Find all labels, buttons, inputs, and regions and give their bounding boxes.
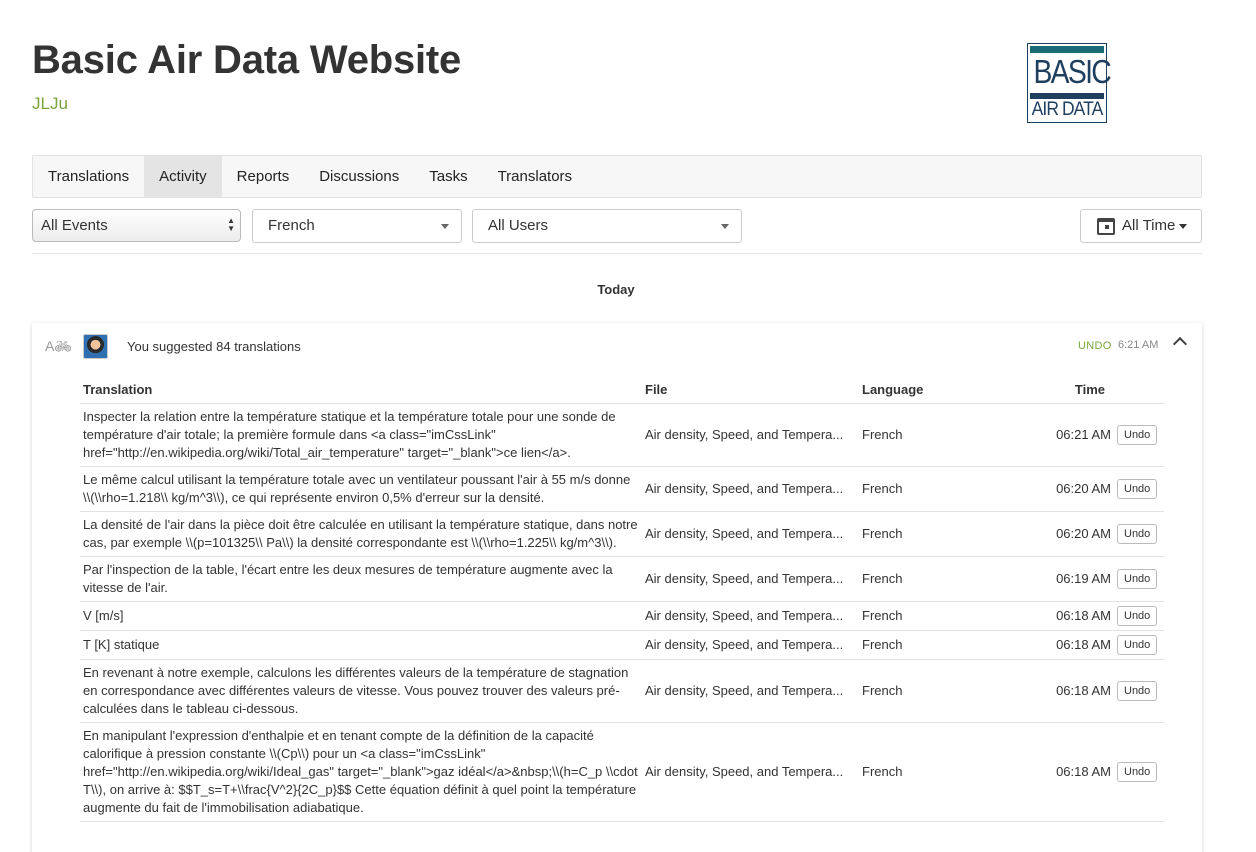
column-header-file: File — [642, 377, 859, 404]
language-name: French — [859, 659, 998, 723]
translation-text[interactable]: Par l'inspection de la table, l'écart en… — [80, 556, 642, 602]
row-time: 06:20 AM — [998, 466, 1114, 512]
table-row: Inspecter la relation entre la températu… — [80, 403, 1164, 467]
table-row: Par l'inspection de la table, l'écart en… — [80, 556, 1164, 602]
language-filter-value: French — [268, 217, 315, 234]
translation-text[interactable]: La densité de l'air dans la pièce doit ê… — [80, 511, 642, 557]
row-action-cell: Undo — [1114, 601, 1164, 631]
logo-top-bar — [1030, 46, 1104, 53]
tab-tasks[interactable]: Tasks — [414, 156, 482, 197]
row-action-cell: Undo — [1114, 722, 1164, 822]
user-filter-value: All Users — [488, 217, 549, 234]
table-header-row: Translation File Language Time — [80, 377, 1164, 404]
translation-text[interactable]: En revenant à notre exemple, calculons l… — [80, 659, 642, 723]
table-row: La densité de l'air dans la pièce doit ê… — [80, 511, 1164, 557]
row-time: 06:21 AM — [998, 403, 1114, 467]
undo-button[interactable]: Undo — [1117, 523, 1158, 544]
activity-card: A⁠🚲︎ You suggested 84 translations UNDO … — [32, 323, 1202, 852]
row-time: 06:18 AM — [998, 722, 1114, 822]
language-name: French — [859, 466, 998, 512]
tab-reports[interactable]: Reports — [222, 156, 305, 197]
undo-button[interactable]: Undo — [1117, 761, 1158, 782]
user-avatar — [83, 334, 108, 359]
user-filter-dropdown[interactable]: All Users — [472, 209, 742, 243]
column-header-translation: Translation — [80, 377, 642, 404]
translate-icon: A⁠🚲︎ — [45, 338, 73, 354]
file-name: Air density, Speed, and Tempera... — [642, 556, 859, 602]
table-row: V [m/s] Air density, Speed, and Tempera..… — [80, 601, 1164, 631]
table-row: En revenant à notre exemple, calculons l… — [80, 659, 1164, 723]
language-filter-dropdown[interactable]: French — [252, 209, 462, 243]
file-name: Air density, Speed, and Tempera... — [642, 722, 859, 822]
row-time: 06:20 AM — [998, 511, 1114, 557]
row-action-cell: Undo — [1114, 403, 1164, 467]
table-row: T [K] statique Air density, Speed, and Te… — [80, 630, 1164, 660]
translation-text[interactable]: Le même calcul utilisant la température … — [80, 466, 642, 512]
day-heading: Today — [597, 282, 635, 297]
file-name: Air density, Speed, and Tempera... — [642, 601, 859, 631]
row-time: 06:18 AM — [998, 659, 1114, 723]
calendar-icon — [1097, 218, 1115, 235]
language-name: French — [859, 403, 998, 467]
undo-button[interactable]: Undo — [1117, 634, 1158, 655]
logo-word: BASIC — [1033, 53, 1111, 90]
activity-summary: You suggested 84 translations — [127, 339, 301, 354]
translation-text[interactable]: Inspecter la relation entre la températu… — [80, 403, 642, 467]
translations-table: Translation File Language Time Inspecter… — [80, 377, 1164, 822]
translation-text[interactable]: V [m/s] — [80, 601, 642, 631]
language-name: French — [859, 601, 998, 631]
file-name: Air density, Speed, and Tempera... — [642, 630, 859, 660]
language-name: French — [859, 511, 998, 557]
caret-down-icon — [1179, 224, 1187, 229]
row-action-cell: Undo — [1114, 659, 1164, 723]
file-name: Air density, Speed, and Tempera... — [642, 403, 859, 467]
project-owner-link[interactable]: JLJu — [32, 94, 68, 114]
logo-subword: AIR DATA — [1031, 99, 1104, 120]
file-name: Air density, Speed, and Tempera... — [642, 659, 859, 723]
tab-translations[interactable]: Translations — [33, 156, 144, 197]
undo-all-link[interactable]: UNDO — [1078, 340, 1112, 352]
translation-text[interactable]: T [K] statique — [80, 630, 642, 660]
tab-discussions[interactable]: Discussions — [304, 156, 414, 197]
caret-down-icon — [441, 224, 449, 229]
undo-button[interactable]: Undo — [1117, 424, 1158, 445]
row-time: 06:19 AM — [998, 556, 1114, 602]
event-filter-select[interactable]: All Events ▲ ▼ — [32, 209, 241, 242]
file-name: Air density, Speed, and Tempera... — [642, 511, 859, 557]
table-body: Inspecter la relation entre la températu… — [80, 403, 1164, 822]
activity-time: 6:21 AM — [1118, 339, 1159, 351]
time-range-button[interactable]: All Time — [1080, 209, 1202, 243]
select-arrows-icon: ▲ ▼ — [227, 216, 235, 233]
table-row: Le même calcul utilisant la température … — [80, 466, 1164, 512]
project-logo: BASIC AIR DATA — [1027, 43, 1112, 123]
row-action-cell: Undo — [1114, 630, 1164, 660]
row-action-cell: Undo — [1114, 511, 1164, 557]
table-row: En manipulant l'expression d'enthalpie e… — [80, 722, 1164, 822]
undo-button[interactable]: Undo — [1117, 680, 1158, 701]
undo-button[interactable]: Undo — [1117, 568, 1158, 589]
page-title: Basic Air Data Website — [32, 38, 462, 82]
filters-divider — [32, 253, 1202, 254]
project-tabs: Translations Activity Reports Discussion… — [32, 155, 1202, 198]
row-action-cell: Undo — [1114, 556, 1164, 602]
language-name: French — [859, 722, 998, 822]
event-filter-value: All Events — [41, 217, 108, 234]
undo-button[interactable]: Undo — [1117, 605, 1158, 626]
file-name: Air density, Speed, and Tempera... — [642, 466, 859, 512]
language-name: French — [859, 630, 998, 660]
tab-translators[interactable]: Translators — [483, 156, 587, 197]
row-time: 06:18 AM — [998, 630, 1114, 660]
time-range-label: All Time — [1122, 217, 1176, 234]
row-action-cell: Undo — [1114, 466, 1164, 512]
chevron-up-icon[interactable] — [1172, 336, 1188, 352]
column-header-time: Time — [998, 377, 1164, 404]
undo-button[interactable]: Undo — [1117, 478, 1158, 499]
column-header-language: Language — [859, 377, 998, 404]
tab-activity[interactable]: Activity — [144, 156, 222, 197]
language-name: French — [859, 556, 998, 602]
translation-text[interactable]: En manipulant l'expression d'enthalpie e… — [80, 722, 642, 822]
row-time: 06:18 AM — [998, 601, 1114, 631]
caret-down-icon — [721, 224, 729, 229]
